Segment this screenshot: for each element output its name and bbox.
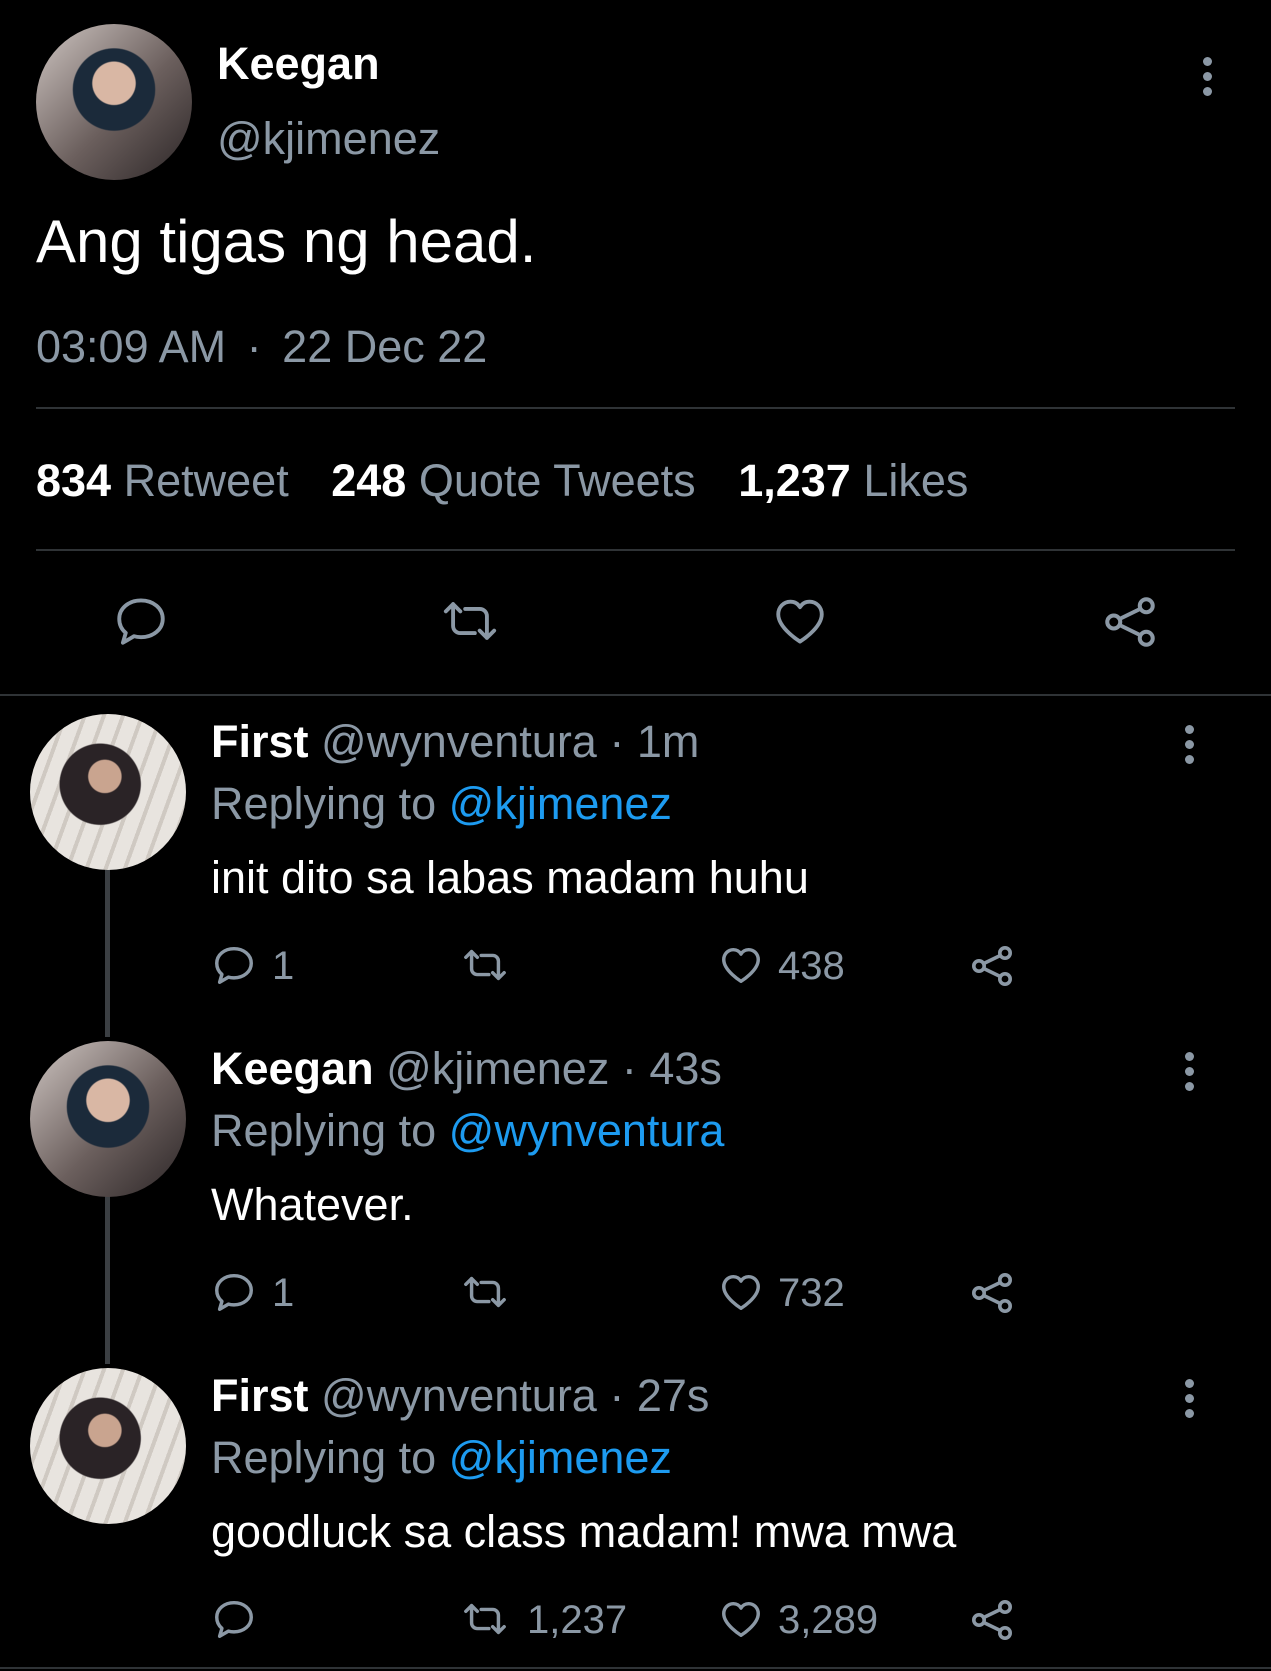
thread-line [105,869,110,1037]
author-handle[interactable]: @kjimenez [217,113,440,165]
avatar[interactable] [30,1041,186,1197]
divider [0,1667,1271,1669]
more-options-icon[interactable] [1203,57,1213,102]
reply-author-name[interactable]: Keegan [211,1043,374,1094]
retweet-count: 1,237 [527,1598,628,1642]
reply-author-name[interactable]: First [211,716,309,767]
quotes-label: Quote Tweets [418,455,696,506]
divider [0,694,1271,696]
tweet-text: Ang tigas ng head. [36,208,537,275]
replying-to-handle[interactable]: @kjimenez [449,778,672,829]
divider [36,549,1235,551]
like-icon[interactable] [716,942,766,988]
tweet-timestamp: 03:09 AM · 22 Dec 22 [36,321,487,373]
more-options-icon[interactable] [1185,1379,1195,1424]
reply-header: First @wynventura · 1m [211,716,699,768]
replying-to-label: Replying to [211,778,437,829]
reply-text: Whatever. [211,1179,414,1230]
tweet-stats: 834 Retweet 248 Quote Tweets 1,237 Likes [36,455,968,507]
like-icon[interactable] [716,1269,766,1315]
share-icon[interactable] [1100,592,1160,652]
reply-icon[interactable] [211,1269,257,1315]
likes-label: Likes [863,455,969,506]
avatar[interactable] [30,1368,186,1524]
reply-author-handle[interactable]: @kjimenez [386,1043,609,1094]
quotes-count: 248 [331,455,407,506]
replying-to: Replying to @kjimenez [211,778,672,830]
replying-to-label: Replying to [211,1105,437,1156]
reply-author-handle[interactable]: @wynventura [321,716,597,767]
author-name[interactable]: Keegan [217,38,380,90]
more-options-icon[interactable] [1185,725,1195,770]
reply-icon[interactable] [211,942,257,988]
reply-time: · 27s [609,1370,710,1421]
replying-to-handle[interactable]: @kjimenez [449,1432,672,1483]
reply-author-handle[interactable]: @wynventura [321,1370,597,1421]
likes-count: 1,237 [738,455,851,506]
like-count: 732 [778,1271,845,1315]
share-icon[interactable] [968,942,1016,990]
share-icon[interactable] [968,1269,1016,1317]
like-icon[interactable] [716,1596,766,1642]
retweet-icon[interactable] [459,942,511,988]
author-avatar[interactable] [36,24,192,180]
like-icon[interactable] [770,592,830,650]
reply-time: · 43s [621,1043,722,1094]
like-count: 3,289 [778,1598,879,1642]
reply-header: First @wynventura · 27s [211,1370,709,1422]
replying-to: Replying to @wynventura [211,1105,724,1157]
reply-header: Keegan @kjimenez · 43s [211,1043,722,1095]
like-count: 438 [778,944,845,988]
retweets-stat[interactable]: 834 Retweet [36,455,301,506]
likes-stat[interactable]: 1,237 Likes [738,455,968,506]
retweet-icon[interactable] [459,1269,511,1315]
reply-count: 1 [272,1271,295,1315]
tweet-time: 03:09 AM [36,321,227,372]
reply-count: 1 [272,944,295,988]
retweet-icon[interactable] [438,592,502,650]
reply-icon[interactable] [112,592,170,650]
reply-time: · 1m [609,716,700,767]
retweets-count: 834 [36,455,112,506]
replying-to-handle[interactable]: @wynventura [449,1105,725,1156]
quotes-stat[interactable]: 248 Quote Tweets [331,455,708,506]
reply-text: init dito sa labas madam huhu [211,852,809,903]
separator: · [246,321,262,372]
reply-icon[interactable] [211,1596,257,1642]
avatar[interactable] [30,714,186,870]
replying-to-label: Replying to [211,1432,437,1483]
more-options-icon[interactable] [1185,1052,1195,1097]
retweet-icon[interactable] [459,1596,511,1642]
reply-text: goodluck sa class madam! mwa mwa [211,1506,957,1557]
divider [36,407,1235,409]
tweet-date: 22 Dec 22 [282,321,488,372]
retweets-label: Retweet [123,455,289,506]
thread-line [105,1196,110,1364]
reply-author-name[interactable]: First [211,1370,309,1421]
replying-to: Replying to @kjimenez [211,1432,672,1484]
share-icon[interactable] [968,1596,1016,1644]
